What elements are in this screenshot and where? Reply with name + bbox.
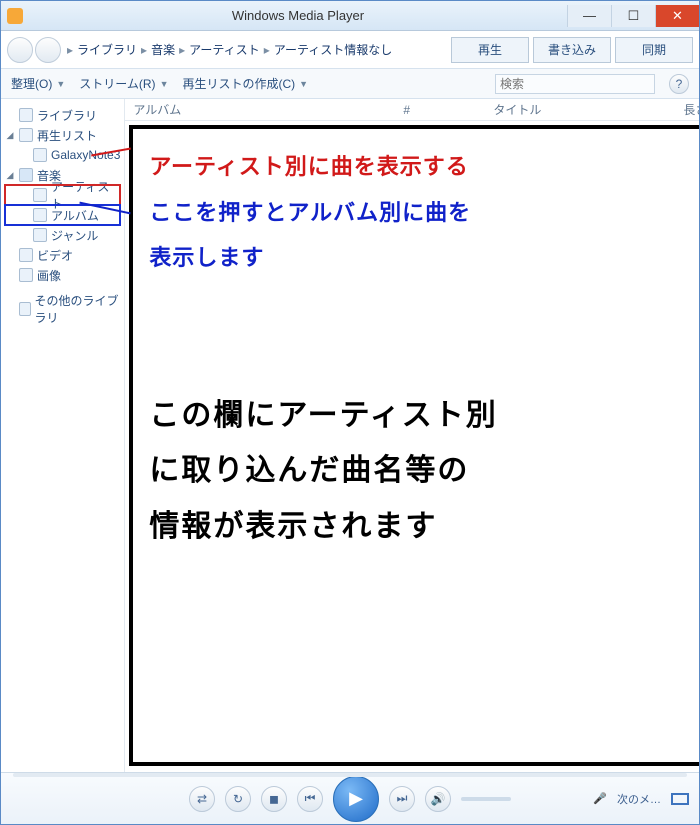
help-button[interactable]: ? <box>669 74 689 94</box>
window-title: Windows Media Player <box>29 8 567 23</box>
annotation-blue-2: 表示します <box>149 238 699 278</box>
mic-icon[interactable]: 🎤 <box>593 792 607 805</box>
collapse-icon[interactable]: ◢ <box>5 170 15 181</box>
status-area: 🎤 次のメ… <box>593 791 689 807</box>
album-icon <box>33 208 47 222</box>
col-num[interactable]: # <box>403 103 423 117</box>
maximize-button[interactable]: ☐ <box>611 5 655 27</box>
app-icon <box>7 8 23 24</box>
library-icon <box>19 108 33 122</box>
sidebar-item-genre[interactable]: ジャンル <box>5 225 120 245</box>
window-buttons: — ☐ ✕ <box>567 5 699 27</box>
tab-sync[interactable]: 同期 <box>615 37 693 63</box>
forward-button[interactable] <box>35 37 61 63</box>
minimize-button[interactable]: — <box>567 5 611 27</box>
sidebar: ライブラリ ◢再生リスト GalaxyNote3 ◢音楽 アーティスト アルバム… <box>1 99 125 772</box>
sidebar-item-playlist-galaxy[interactable]: GalaxyNote3 <box>5 145 120 165</box>
crumb-music[interactable]: 音楽 <box>151 41 175 58</box>
sidebar-item-image[interactable]: 画像 <box>5 265 120 285</box>
stream-menu[interactable]: ストリーム(R)▼ <box>79 75 168 92</box>
stop-button[interactable]: ◼ <box>261 786 287 812</box>
network-icon <box>19 302 31 316</box>
playlist-icon <box>33 148 47 162</box>
tab-burn[interactable]: 書き込み <box>533 37 611 63</box>
artist-icon <box>33 188 47 202</box>
mode-tabs: 再生 書き込み 同期 <box>451 37 693 63</box>
status-text: 次のメ… <box>617 791 661 807</box>
crumb-noartist[interactable]: アーティスト情報なし <box>274 41 393 58</box>
switch-view-button[interactable] <box>671 793 689 805</box>
chevron-down-icon: ▼ <box>299 79 308 89</box>
col-length[interactable]: 長さ <box>683 101 699 118</box>
chevron-right-icon: ▸ <box>67 43 73 57</box>
volume-slider[interactable] <box>461 797 511 801</box>
close-button[interactable]: ✕ <box>655 5 699 27</box>
crumb-artist[interactable]: アーティスト <box>189 41 260 58</box>
chevron-right-icon: ▸ <box>179 43 185 57</box>
organize-menu[interactable]: 整理(O)▼ <box>11 75 65 92</box>
toolbar: 整理(O)▼ ストリーム(R)▼ 再生リストの作成(C)▼ ? <box>1 69 699 99</box>
breadcrumb[interactable]: ▸ ライブラリ ▸ 音楽 ▸ アーティスト ▸ アーティスト情報なし <box>67 41 445 58</box>
sidebar-item-other-libraries[interactable]: その他のライブラリ <box>5 299 120 319</box>
chevron-down-icon: ▼ <box>56 79 65 89</box>
shuffle-button[interactable]: ⇄ <box>189 786 215 812</box>
wmp-window: Windows Media Player — ☐ ✕ ▸ ライブラリ ▸ 音楽 … <box>0 0 700 825</box>
chevron-down-icon: ▼ <box>160 79 169 89</box>
nav-buttons <box>7 37 61 63</box>
chevron-right-icon: ▸ <box>141 43 147 57</box>
sidebar-item-playlists[interactable]: ◢再生リスト <box>5 125 120 145</box>
col-album[interactable]: アルバム <box>133 101 333 118</box>
sidebar-item-library[interactable]: ライブラリ <box>5 105 120 125</box>
image-icon <box>19 268 33 282</box>
player-controls: ⇄ ↻ ◼ ⏮ ▶ ⏭ 🔊 🎤 次のメ… <box>1 772 699 824</box>
titlebar: Windows Media Player — ☐ ✕ <box>1 1 699 31</box>
video-icon <box>19 248 33 262</box>
music-icon <box>19 168 33 182</box>
genre-icon <box>33 228 47 242</box>
create-playlist-menu[interactable]: 再生リストの作成(C)▼ <box>182 75 308 92</box>
playlist-icon <box>19 128 33 142</box>
back-button[interactable] <box>7 37 33 63</box>
collapse-icon[interactable]: ◢ <box>5 130 15 141</box>
body: ライブラリ ◢再生リスト GalaxyNote3 ◢音楽 アーティスト アルバム… <box>1 99 699 772</box>
tab-play[interactable]: 再生 <box>451 37 529 63</box>
next-button[interactable]: ⏭ <box>389 786 415 812</box>
nav-row: ▸ ライブラリ ▸ 音楽 ▸ アーティスト ▸ アーティスト情報なし 再生 書き… <box>1 31 699 69</box>
sidebar-item-artist[interactable]: アーティスト <box>5 185 120 205</box>
search-input[interactable] <box>495 74 655 94</box>
sidebar-item-video[interactable]: ビデオ <box>5 245 120 265</box>
col-title[interactable]: タイトル <box>493 101 613 118</box>
prev-button[interactable]: ⏮ <box>297 786 323 812</box>
play-button[interactable]: ▶ <box>333 776 379 822</box>
content-area: アーティスト別に曲を表示する ここを押すとアルバム別に曲を 表示します この欄に… <box>129 125 699 766</box>
annotation-red: アーティスト別に曲を表示する <box>149 147 699 187</box>
annotation-big: この欄にアーティスト別 に取り込んだ曲名等の 情報が表示されます <box>149 388 699 555</box>
main-pane: アルバム # タイトル 長さ アーティスト別に曲を表示する ここを押すとアルバム… <box>125 99 699 772</box>
column-headers: アルバム # タイトル 長さ <box>125 99 699 121</box>
crumb-library[interactable]: ライブラリ <box>77 41 137 58</box>
repeat-button[interactable]: ↻ <box>225 786 251 812</box>
seek-bar[interactable] <box>13 773 687 777</box>
mute-button[interactable]: 🔊 <box>425 786 451 812</box>
annotation-blue-1: ここを押すとアルバム別に曲を <box>149 193 699 233</box>
chevron-right-icon: ▸ <box>264 43 270 57</box>
